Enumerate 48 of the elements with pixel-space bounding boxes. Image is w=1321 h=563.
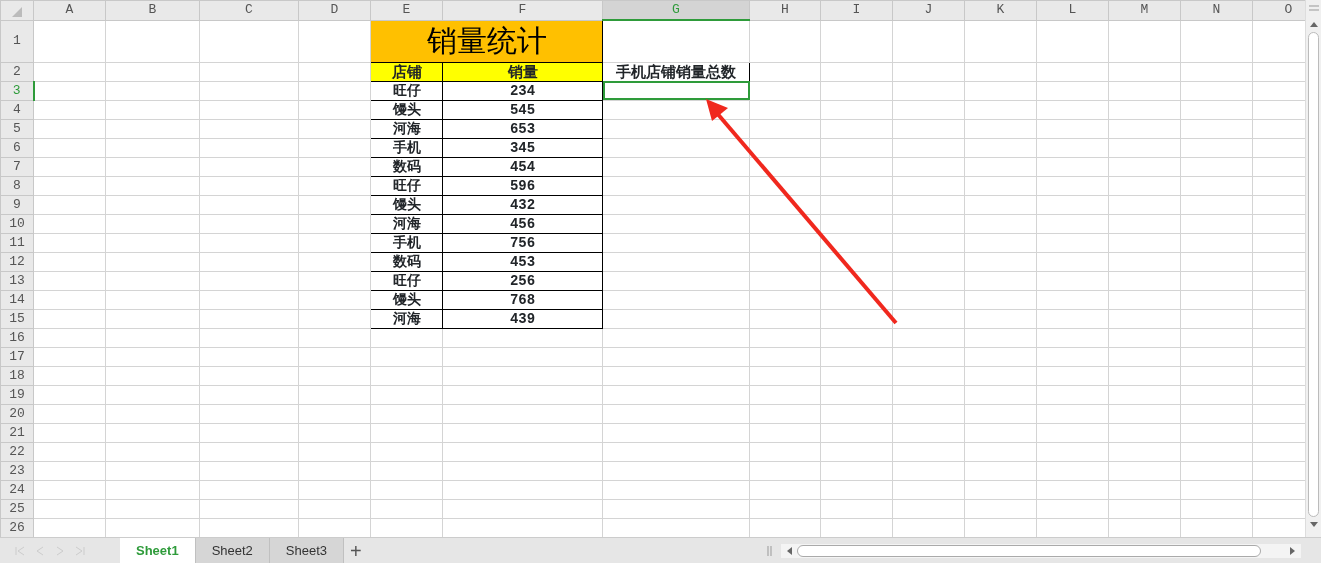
table-cell: 345 — [442, 138, 603, 157]
select-all-icon[interactable] — [12, 6, 22, 17]
column-header[interactable]: O — [1252, 0, 1305, 20]
scroll-up-icon[interactable] — [1308, 20, 1319, 28]
column-header[interactable]: A — [33, 0, 106, 20]
column-header[interactable]: F — [442, 0, 603, 20]
table-cell: 653 — [442, 119, 603, 138]
column-header[interactable]: K — [964, 0, 1037, 20]
sheet-tab[interactable]: Sheet2 — [195, 538, 270, 563]
table-cell: 454 — [442, 157, 603, 176]
table-cell: 256 — [442, 271, 603, 290]
column-header[interactable]: N — [1180, 0, 1253, 20]
table-cell: 旺仔 — [370, 81, 443, 100]
column-header[interactable]: E — [370, 0, 443, 20]
column-header[interactable]: M — [1108, 0, 1181, 20]
table-cell: 数码 — [370, 157, 443, 176]
column-header[interactable]: H — [749, 0, 821, 20]
table-cell: 数码 — [370, 252, 443, 271]
table-cell: 旺仔 — [370, 271, 443, 290]
split-handle-icon[interactable] — [767, 544, 773, 557]
table-cell: 456 — [442, 214, 603, 233]
scrollbar-thumb[interactable] — [797, 544, 1261, 557]
add-sheet-button[interactable]: + — [344, 540, 368, 561]
table-cell: 756 — [442, 233, 603, 252]
table-cell: 旺仔 — [370, 176, 443, 195]
split-handle-icon[interactable] — [1307, 4, 1320, 12]
table-cell: 768 — [442, 290, 603, 309]
sheet-tab[interactable]: Sheet3 — [269, 538, 345, 563]
sheet-tab[interactable]: Sheet1 — [120, 538, 196, 563]
column-header[interactable]: D — [298, 0, 371, 20]
selected-cell[interactable] — [602, 81, 750, 100]
column-header[interactable]: C — [199, 0, 299, 20]
table-cell: 234 — [442, 81, 603, 100]
scroll-right-icon[interactable] — [1289, 545, 1297, 556]
scrollbar-thumb[interactable] — [1307, 32, 1320, 517]
column-header[interactable]: B — [105, 0, 200, 20]
scroll-down-icon[interactable] — [1308, 521, 1319, 529]
column-header[interactable]: J — [892, 0, 965, 20]
scroll-left-icon[interactable] — [785, 545, 793, 556]
table-cell: 432 — [442, 195, 603, 214]
table-cell: 453 — [442, 252, 603, 271]
row-header[interactable]: 1 — [0, 20, 34, 62]
column-header[interactable]: I — [820, 0, 893, 20]
table-cell: 545 — [442, 100, 603, 119]
column-header[interactable]: L — [1036, 0, 1109, 20]
table-cell: 439 — [442, 309, 603, 328]
title-cell: 销量统计 — [370, 20, 603, 62]
table-cell: 596 — [442, 176, 603, 195]
